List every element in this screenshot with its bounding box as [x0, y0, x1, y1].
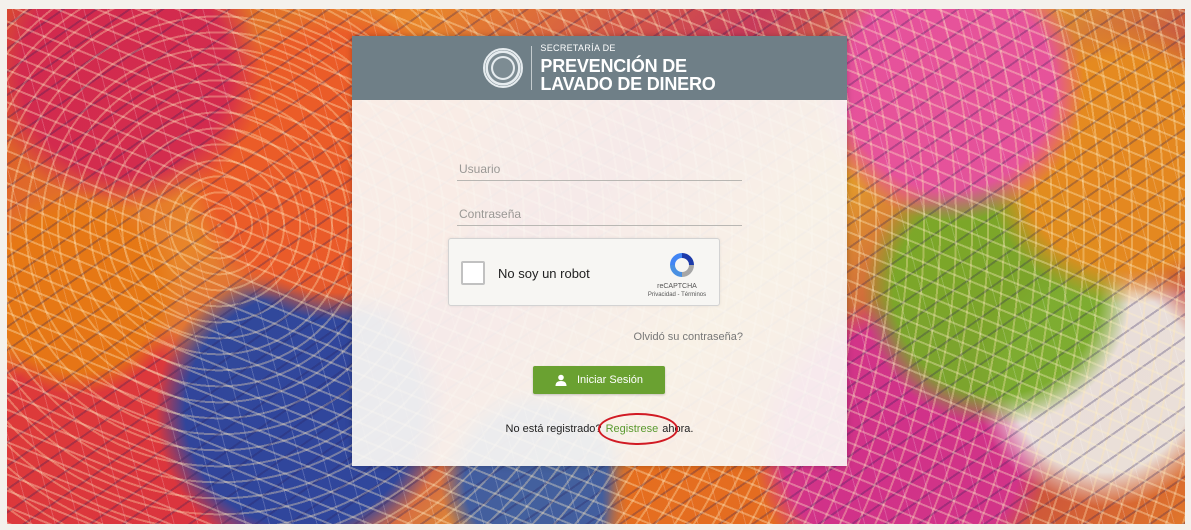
- recaptcha-brand-text: reCAPTCHA: [657, 283, 697, 290]
- agency-name: SECRETARÍA DE PREVENCIÓN DE LAVADO DE DI…: [540, 42, 716, 94]
- header-divider: [531, 46, 533, 90]
- username-input[interactable]: [457, 158, 746, 180]
- password-input[interactable]: [457, 203, 746, 225]
- register-link[interactable]: Registrese: [597, 413, 678, 445]
- header-banner: SECRETARÍA DE PREVENCIÓN DE LAVADO DE DI…: [352, 36, 847, 100]
- recaptcha-logo-icon: [670, 253, 694, 277]
- agency-subtitle: SECRETARÍA DE: [540, 42, 616, 53]
- login-button[interactable]: Iniciar Sesión: [533, 366, 665, 394]
- register-prefix: No está registrado?: [505, 423, 602, 435]
- forgot-password-link[interactable]: Olvidó su contraseña?: [634, 331, 743, 343]
- username-field-wrapper: [457, 158, 746, 181]
- register-prompt: No está registrado? Registrese ahora.: [352, 413, 847, 445]
- recaptcha-checkbox[interactable]: [461, 261, 485, 285]
- recaptcha-widget: No soy un robot reCAPTCHA Privacidad - T…: [448, 238, 720, 306]
- government-seal-icon: [483, 48, 524, 88]
- password-field-wrapper: [457, 203, 746, 226]
- recaptcha-privacy-link[interactable]: Privacidad: [648, 292, 676, 298]
- register-suffix: ahora.: [662, 423, 694, 435]
- recaptcha-terms: Privacidad - Términos: [635, 291, 719, 300]
- login-card: SECRETARÍA DE PREVENCIÓN DE LAVADO DE DI…: [352, 36, 847, 466]
- login-button-label: Iniciar Sesión: [576, 374, 644, 386]
- recaptcha-terms-link[interactable]: Términos: [681, 292, 706, 298]
- agency-title-line1: PREVENCIÓN DE: [540, 55, 687, 76]
- recaptcha-label: No soy un robot: [498, 266, 590, 281]
- recaptcha-branding: reCAPTCHA Privacidad - Términos: [635, 282, 719, 300]
- register-link-label: Registrese: [605, 423, 659, 435]
- agency-title-line2: LAVADO DE DINERO: [540, 73, 716, 94]
- user-icon: [555, 374, 567, 386]
- screenshot-frame: SECRETARÍA DE PREVENCIÓN DE LAVADO DE DI…: [0, 0, 1191, 530]
